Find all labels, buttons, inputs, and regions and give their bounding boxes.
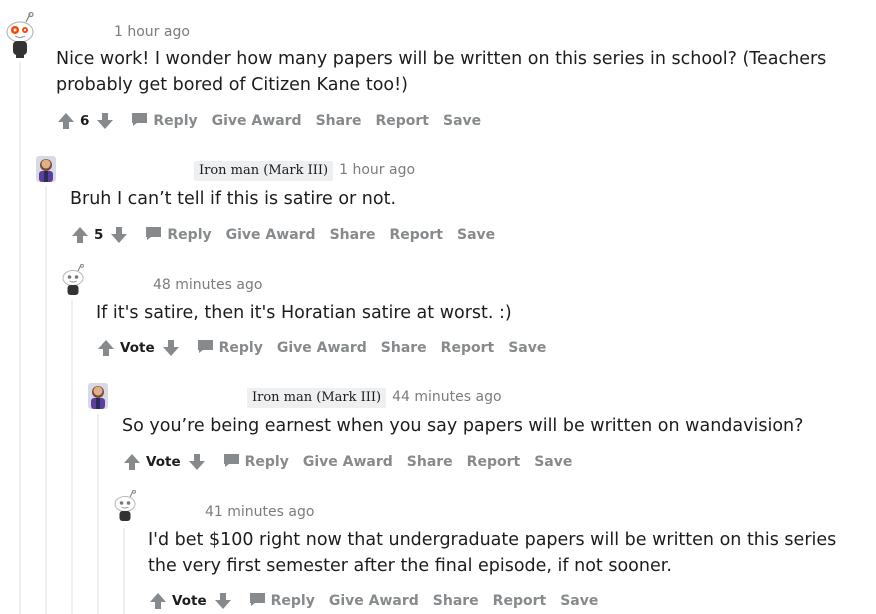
snoo-avatar-icon — [114, 490, 136, 521]
reply-icon — [223, 452, 240, 472]
downvote-icon[interactable] — [213, 591, 233, 611]
comment-timestamp[interactable]: 1 hour ago — [339, 162, 415, 178]
reply-button[interactable]: Reply — [145, 225, 212, 245]
report-button[interactable]: Report — [375, 113, 429, 129]
avatar[interactable] — [34, 156, 66, 192]
comment-meta: Iron man (Mark III) 44 minutes ago — [247, 388, 502, 408]
downvote-icon[interactable] — [187, 452, 207, 472]
upvote-icon[interactable] — [148, 591, 168, 611]
vote-score: Vote — [120, 340, 155, 356]
save-button[interactable]: Save — [534, 454, 572, 470]
upvote-icon[interactable] — [70, 225, 90, 245]
thread-line[interactable] — [45, 186, 47, 614]
reply-icon — [131, 111, 148, 131]
comment-timestamp[interactable]: 44 minutes ago — [392, 389, 501, 405]
comment-meta: 1 hour ago — [114, 23, 190, 41]
give-award-button[interactable]: Give Award — [226, 227, 316, 243]
comment-meta: 41 minutes ago — [205, 503, 314, 521]
comment-meta: 48 minutes ago — [153, 276, 262, 294]
comment-body: So you’re being earnest when you say pap… — [122, 416, 804, 436]
reply-icon — [145, 225, 162, 245]
downvote-icon[interactable] — [109, 225, 129, 245]
reply-icon — [197, 338, 214, 358]
comment-actions: Vote Reply Give Award Share Report Save — [148, 590, 598, 612]
upvote-icon[interactable] — [122, 452, 142, 472]
share-button[interactable]: Share — [433, 593, 479, 609]
reply-button[interactable]: Reply — [223, 452, 289, 472]
iron-man-avatar-icon — [88, 383, 108, 409]
downvote-icon[interactable] — [95, 111, 115, 131]
avatar[interactable] — [86, 383, 118, 419]
comment-timestamp[interactable]: 48 minutes ago — [153, 277, 262, 293]
reply-button[interactable]: Reply — [197, 338, 263, 358]
comment-body: I'd bet $100 right now that undergraduat… — [148, 530, 837, 576]
comment-actions: 5 Reply Give Award Share Report Save — [70, 224, 495, 246]
downvote-icon[interactable] — [161, 338, 181, 358]
share-button[interactable]: Share — [316, 113, 362, 129]
thread-line[interactable] — [123, 528, 125, 614]
report-button[interactable]: Report — [441, 340, 495, 356]
comment-actions: Vote Reply Give Award Share Report Save — [96, 337, 546, 359]
reply-button[interactable]: Reply — [249, 591, 315, 611]
thread-line[interactable] — [97, 414, 99, 614]
comment-timestamp[interactable]: 41 minutes ago — [205, 504, 314, 520]
give-award-button[interactable]: Give Award — [303, 454, 393, 470]
save-button[interactable]: Save — [508, 340, 546, 356]
comment-body: Nice work! I wonder how many papers will… — [56, 49, 827, 95]
report-button[interactable]: Report — [389, 227, 443, 243]
comment-actions: 6 Reply Give Award Share Report Save — [56, 110, 481, 132]
save-button[interactable]: Save — [443, 113, 481, 129]
thread-line[interactable] — [19, 62, 21, 614]
share-button[interactable]: Share — [407, 454, 453, 470]
give-award-button[interactable]: Give Award — [212, 113, 302, 129]
vote-score: Vote — [172, 593, 207, 609]
save-button[interactable]: Save — [560, 593, 598, 609]
snoo-avatar-icon — [62, 264, 84, 295]
comment-timestamp[interactable]: 1 hour ago — [114, 24, 190, 40]
share-button[interactable]: Share — [381, 340, 427, 356]
user-flair: Iron man (Mark III) — [194, 161, 334, 181]
comment-body: If it's satire, then it's Horatian satir… — [96, 303, 512, 323]
comment-actions: Vote Reply Give Award Share Report Save — [122, 451, 572, 473]
report-button[interactable]: Report — [467, 454, 521, 470]
upvote-icon[interactable] — [56, 111, 76, 131]
avatar[interactable] — [4, 12, 36, 58]
avatar[interactable] — [60, 264, 92, 300]
upvote-icon[interactable] — [96, 338, 116, 358]
save-button[interactable]: Save — [457, 227, 495, 243]
give-award-button[interactable]: Give Award — [329, 593, 419, 609]
share-button[interactable]: Share — [330, 227, 376, 243]
iron-man-avatar-icon — [36, 156, 56, 182]
avatar[interactable] — [112, 490, 144, 526]
vote-score: 5 — [94, 227, 104, 243]
thread-line[interactable] — [71, 300, 73, 614]
user-flair: Iron man (Mark III) — [247, 388, 387, 408]
give-award-button[interactable]: Give Award — [277, 340, 367, 356]
report-button[interactable]: Report — [493, 593, 547, 609]
comment-meta: Iron man (Mark III) 1 hour ago — [194, 161, 415, 181]
vote-score: 6 — [80, 113, 90, 129]
vote-score: Vote — [146, 454, 181, 470]
reply-button[interactable]: Reply — [131, 111, 198, 131]
comment-body: Bruh I can’t tell if this is satire or n… — [70, 189, 397, 209]
snoo-avatar-icon — [6, 12, 34, 58]
reply-icon — [249, 591, 266, 611]
